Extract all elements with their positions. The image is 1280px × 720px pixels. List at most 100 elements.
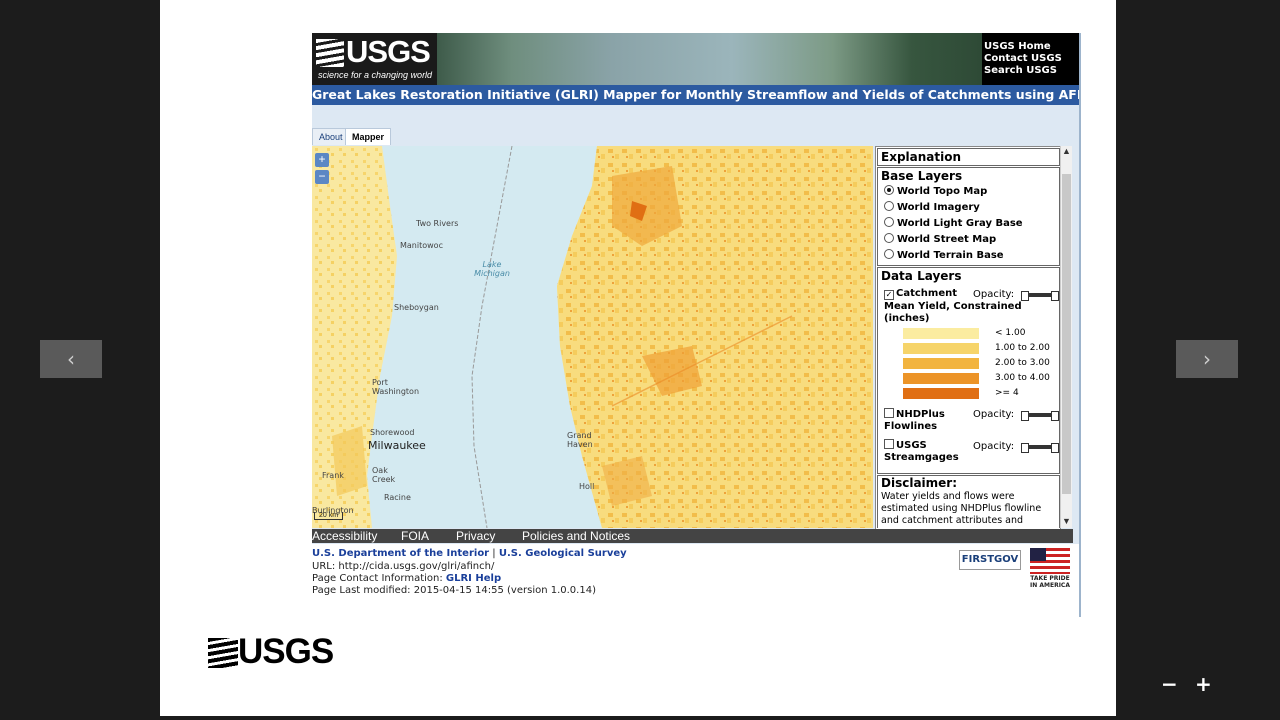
zoom-out-button[interactable]: − xyxy=(1161,672,1178,696)
map-scale-bar: 20 km xyxy=(314,512,344,520)
base-layer-option[interactable]: World Terrain Base xyxy=(878,248,1059,264)
scroll-down-icon[interactable]: ▼ xyxy=(1061,516,1072,527)
usgs-tagline: science for a changing world xyxy=(318,70,433,80)
map-place-label: Racine xyxy=(384,493,411,502)
checkbox-icon[interactable] xyxy=(884,408,894,418)
footer-link-accessibility[interactable]: Accessibility xyxy=(312,529,377,543)
radio-icon[interactable] xyxy=(884,233,894,243)
base-layer-option[interactable]: World Imagery xyxy=(878,200,1059,216)
catchment-layer-toggle[interactable]: ✓ Catchment xyxy=(884,288,957,300)
catchment-opacity-slider[interactable] xyxy=(1021,291,1059,301)
base-layers-heading: Base Layers xyxy=(881,169,963,183)
url-line: URL: http://cida.usgs.gov/glri/afinch/ xyxy=(312,561,494,572)
legend-label: 3.00 to 4.00 xyxy=(995,373,1050,383)
lake-michigan-label: Lake Michigan xyxy=(474,260,510,278)
panel-scrollbar[interactable]: ▲ ▼ xyxy=(1060,146,1072,528)
legend-swatch xyxy=(903,388,979,399)
nhdplus-label: NHDPlus xyxy=(896,409,945,420)
previous-slide-button[interactable]: ‹ xyxy=(40,340,102,378)
footer-links: Accessibility FOIA Privacy Policies and … xyxy=(312,529,1073,543)
next-slide-button[interactable]: › xyxy=(1176,340,1238,378)
data-layers-section: Data Layers ✓ Catchment Opacity: Mean Yie… xyxy=(877,267,1060,474)
map-place-label: Oak Creek xyxy=(372,466,396,484)
map-place-label: Shorewood xyxy=(370,428,415,437)
link-search-usgs[interactable]: Search USGS xyxy=(984,65,1062,77)
footer-link-foia[interactable]: FOIA xyxy=(401,529,429,543)
base-layers-section: Base Layers World Topo Map World Imagery… xyxy=(877,167,1060,266)
radio-icon[interactable] xyxy=(884,217,894,227)
streamgages-label-2: Streamgages xyxy=(884,452,959,463)
url-label: URL: xyxy=(312,561,339,572)
map-view[interactable]: + − Two Rivers Manitowoc Sheboygan Port … xyxy=(312,146,873,528)
usgs-logo-icon xyxy=(208,638,238,668)
separator: | xyxy=(489,548,499,559)
opacity-label: Opacity: xyxy=(973,441,1015,452)
doi-link[interactable]: U.S. Department of the Interior xyxy=(312,548,489,559)
disclaimer-text: Water yields and flows were estimated us… xyxy=(881,491,1042,526)
base-layer-label: World Terrain Base xyxy=(897,250,1004,261)
base-layer-label: World Imagery xyxy=(897,202,980,213)
tab-bar: About Mapper xyxy=(312,128,1079,145)
usgs-logo[interactable]: USGS science for a changing world xyxy=(314,34,434,83)
base-layer-option[interactable]: World Street Map xyxy=(878,232,1059,248)
nhdplus-label-2: Flowlines xyxy=(884,421,938,432)
scroll-up-icon[interactable]: ▲ xyxy=(1061,146,1072,157)
chevron-left-icon: ‹ xyxy=(67,347,75,371)
map-place-label: Two Rivers xyxy=(416,219,459,228)
usgs-link[interactable]: U.S. Geological Survey xyxy=(499,548,627,559)
page-title: Great Lakes Restoration Initiative (GLRI… xyxy=(312,85,1079,105)
base-layer-option[interactable]: World Light Gray Base xyxy=(878,216,1059,232)
map-place-label: Grand Haven xyxy=(567,431,593,449)
legend-swatch xyxy=(903,328,979,339)
nhdplus-layer-toggle[interactable]: NHDPlus Flowlines xyxy=(884,408,945,433)
map-place-label: Milwaukee xyxy=(368,439,426,452)
footer-link-policies[interactable]: Policies and Notices xyxy=(522,529,630,543)
contact-line: Page Contact Information: GLRI Help xyxy=(312,573,501,584)
legend-swatch xyxy=(903,358,979,369)
streamgages-layer-toggle[interactable]: USGS Streamgages xyxy=(884,439,959,464)
checkbox-icon[interactable] xyxy=(884,439,894,449)
opacity-label: Opacity: xyxy=(973,409,1015,420)
usgs-logo-icon xyxy=(316,39,344,67)
checkbox-checked-icon[interactable]: ✓ xyxy=(884,290,894,300)
last-modified: Page Last modified: 2015-04-15 14:55 (ve… xyxy=(312,585,596,596)
legend-label: < 1.00 xyxy=(995,328,1026,338)
header-banner: USGS science for a changing world USGS H… xyxy=(312,33,1079,85)
top-links: USGS Home Contact USGS Search USGS xyxy=(984,41,1062,77)
base-layer-label: World Street Map xyxy=(897,234,997,245)
map-place-label: Manitowoc xyxy=(400,241,443,250)
radio-selected-icon[interactable] xyxy=(884,185,894,195)
map-place-label: Port Washington xyxy=(372,378,420,396)
take-pride-text: TAKE PRIDE IN AMERICA xyxy=(1030,575,1070,589)
scroll-thumb[interactable] xyxy=(1062,174,1071,494)
data-layers-heading: Data Layers xyxy=(881,269,962,283)
tab-about[interactable]: About xyxy=(312,128,350,145)
legend-label: 2.00 to 3.00 xyxy=(995,358,1050,368)
map-zoom-in-button[interactable]: + xyxy=(315,153,329,167)
opacity-label: Opacity: xyxy=(973,289,1015,300)
base-layer-label: World Topo Map xyxy=(897,186,988,197)
disclaimer-section: Disclaimer: Water yields and flows were … xyxy=(877,475,1060,528)
link-contact-usgs[interactable]: Contact USGS xyxy=(984,53,1062,65)
usgs-logo-text: USGS xyxy=(238,632,334,671)
page-footer: U.S. Department of the Interior | U.S. G… xyxy=(312,544,1079,617)
link-usgs-home[interactable]: USGS Home xyxy=(984,41,1062,53)
zoom-in-button[interactable]: + xyxy=(1195,672,1212,696)
radio-icon[interactable] xyxy=(884,249,894,259)
map-zoom-out-button[interactable]: − xyxy=(315,170,329,184)
radio-icon[interactable] xyxy=(884,201,894,211)
tab-mapper[interactable]: Mapper xyxy=(345,128,392,145)
glri-help-link[interactable]: GLRI Help xyxy=(446,573,501,584)
footer-link-privacy[interactable]: Privacy xyxy=(456,529,495,543)
base-layer-option[interactable]: World Topo Map xyxy=(878,184,1059,200)
url-value: http://cida.usgs.gov/glri/afinch/ xyxy=(338,561,495,572)
nhdplus-opacity-slider[interactable] xyxy=(1021,411,1059,421)
american-flag-icon[interactable] xyxy=(1030,548,1070,574)
department-line: U.S. Department of the Interior | U.S. G… xyxy=(312,548,627,559)
map-place-label: Frank xyxy=(322,471,344,480)
streamgages-opacity-slider[interactable] xyxy=(1021,443,1059,453)
base-layer-label: World Light Gray Base xyxy=(897,218,1023,229)
scale-label: 20 km xyxy=(314,512,344,520)
disclaimer-heading: Disclaimer: xyxy=(881,476,958,490)
firstgov-logo[interactable]: FIRSTGOV xyxy=(959,550,1021,570)
